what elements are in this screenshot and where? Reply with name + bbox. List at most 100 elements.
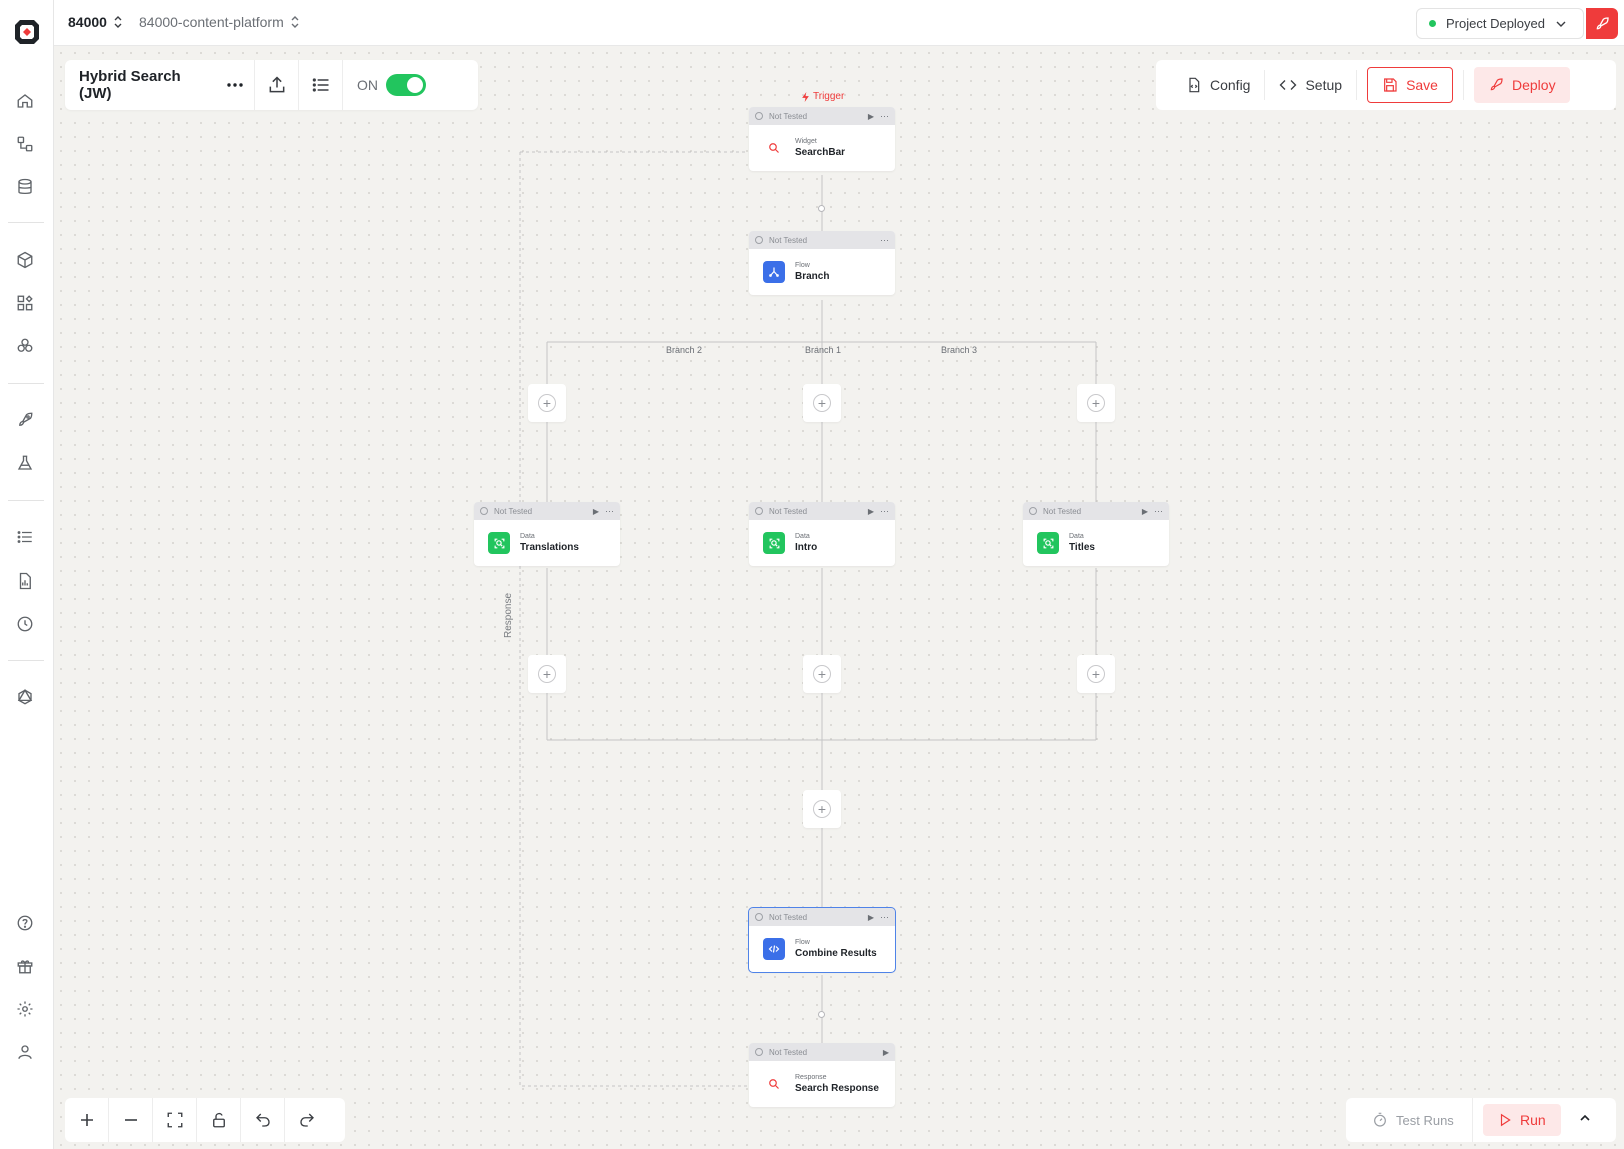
node-status: Not Tested [769,506,808,516]
node-header: Not Tested ▶ ··· [749,502,895,520]
toggle-label: ON [357,77,378,93]
connector-dot [818,1011,825,1018]
node-more-icon[interactable]: ··· [605,506,614,516]
deploy-button[interactable]: Deploy [1473,67,1570,103]
node-more-icon[interactable]: ··· [880,506,889,516]
node-searchbar[interactable]: Not Tested ▶ ··· Widget SearchBar [749,107,895,171]
connector-dot [818,205,825,212]
unlock-icon [212,1112,225,1128]
logs-list-button[interactable] [299,60,343,110]
node-intro[interactable]: Not Tested ▶ ··· Data Intro [749,502,895,566]
run-node-play-icon[interactable]: ▶ [868,112,874,121]
trigger-text: Trigger [813,91,845,102]
run-node-play-icon[interactable]: ▶ [868,913,874,922]
redo-icon [300,1113,314,1127]
node-name: Search Response [795,1083,879,1094]
node-status: Not Tested [769,235,808,245]
list-icon [312,78,328,92]
workflow-enabled-toggle[interactable] [386,74,426,96]
status-circle-icon [1029,507,1037,515]
expand-panel-button[interactable] [1579,1111,1591,1129]
node-search-response[interactable]: Not Tested ▶ Response Search Response [749,1043,895,1107]
test-runs-button[interactable]: Test Runs [1346,1098,1473,1142]
add-step-button[interactable]: + [803,655,841,693]
workflow-toolbar: Hybrid Search (JW) ON [65,60,478,110]
export-button[interactable] [255,60,299,110]
search-icon [763,137,785,159]
save-label: Save [1406,77,1438,93]
node-branch[interactable]: Not Tested ··· Flow Branch [749,231,895,295]
branch-label: Branch 3 [941,345,978,355]
node-more-icon[interactable]: ··· [880,912,889,922]
node-header: Not Tested ▶ [749,1043,895,1061]
node-more-icon[interactable]: ··· [880,111,889,121]
run-controls: Test Runs Run [1346,1098,1616,1142]
run-node-play-icon[interactable]: ▶ [868,507,874,516]
plus-icon: + [1087,665,1105,683]
node-name: SearchBar [795,147,846,158]
status-circle-icon [480,507,488,515]
node-status: Not Tested [769,111,808,121]
redo-button[interactable] [285,1098,329,1142]
undo-button[interactable] [241,1098,285,1142]
node-more-icon[interactable]: ··· [880,235,889,245]
run-button[interactable]: Run [1482,1104,1561,1136]
plus-icon: + [538,665,556,683]
setup-label: Setup [1305,77,1343,93]
add-step-button[interactable]: + [1077,384,1115,422]
run-node-play-icon[interactable]: ▶ [883,1048,889,1057]
add-step-button[interactable]: + [528,384,566,422]
workflow-actions: Config Setup Save Deploy [1156,60,1616,110]
node-header: Not Tested ▶ ··· [474,502,620,520]
add-step-button[interactable]: + [1077,655,1115,693]
status-circle-icon [755,913,763,921]
status-circle-icon [755,112,763,120]
zoom-out-button[interactable] [109,1098,153,1142]
test-runs-label: Test Runs [1396,1112,1454,1128]
save-disk-icon [1384,78,1397,92]
node-category: Flow [795,939,810,946]
add-step-button[interactable]: + [528,655,566,693]
node-header: Not Tested ··· [749,231,895,249]
node-name: Titles [1069,542,1095,553]
plus-icon: + [538,394,556,412]
node-header: Not Tested ▶ ··· [1023,502,1169,520]
fit-view-button[interactable] [153,1098,197,1142]
node-status: Not Tested [1043,506,1082,516]
node-category: Data [795,533,810,540]
workflow-title[interactable]: Hybrid Search (JW) [65,68,215,102]
plus-icon: + [813,800,831,818]
node-category: Response [795,1074,827,1081]
node-combine-results[interactable]: Not Tested ▶ ··· Flow Combine Results [748,907,896,973]
node-titles[interactable]: Not Tested ▶ ··· Data Titles [1023,502,1169,566]
node-name: Translations [520,542,579,553]
zoom-in-button[interactable] [65,1098,109,1142]
run-node-play-icon[interactable]: ▶ [593,507,599,516]
rocket-icon [1490,78,1503,91]
node-translations[interactable]: Not Tested ▶ ··· Data Translations [474,502,620,566]
add-step-button[interactable]: + [803,790,841,828]
upload-icon [269,76,284,93]
branch-label: Branch 2 [666,345,703,355]
response-path-label: Response [503,592,514,638]
node-status: Not Tested [769,1047,808,1057]
more-horizontal-icon [226,83,243,87]
node-name: Branch [795,271,830,282]
lock-button[interactable] [197,1098,241,1142]
lightning-icon [802,91,809,102]
stopwatch-icon [1374,1112,1386,1127]
more-options-button[interactable] [215,60,255,110]
data-search-icon [488,532,510,554]
node-category: Data [1069,533,1084,540]
node-more-icon[interactable]: ··· [1154,506,1163,516]
setup-button[interactable]: Setup [1265,67,1356,103]
chevron-up-icon [1580,1114,1590,1121]
add-step-button[interactable]: + [803,384,841,422]
run-node-play-icon[interactable]: ▶ [1142,507,1148,516]
flow-connections [519,151,1097,1087]
config-button[interactable]: Config [1172,67,1264,103]
play-icon [1500,1113,1511,1127]
plus-icon: + [813,394,831,412]
canvas-controls [65,1098,345,1142]
save-button[interactable]: Save [1367,67,1453,103]
